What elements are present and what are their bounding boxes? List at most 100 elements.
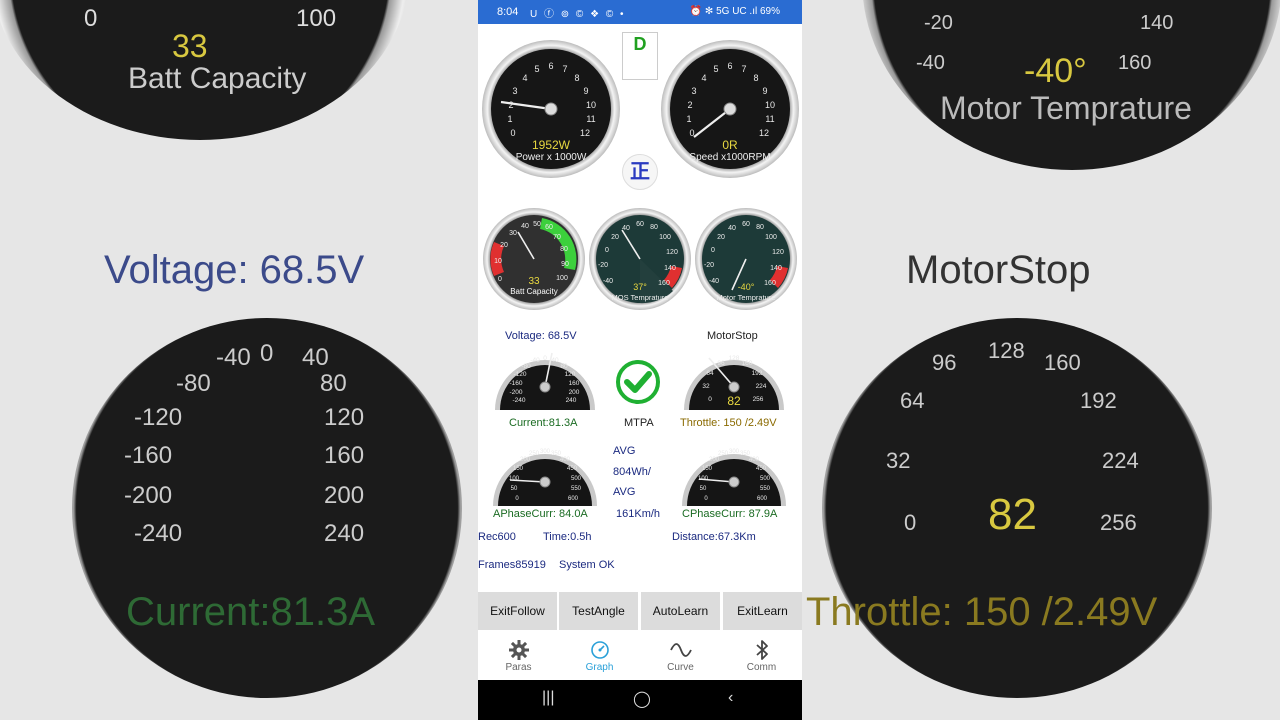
nav-graph-label: Graph bbox=[585, 662, 614, 673]
svg-text:500: 500 bbox=[571, 476, 582, 482]
nav-graph[interactable]: Graph bbox=[559, 632, 640, 680]
svg-text:7: 7 bbox=[562, 64, 567, 74]
svg-text:3: 3 bbox=[512, 86, 517, 96]
svg-text:30: 30 bbox=[509, 230, 517, 237]
system-navigation-bar: ||| ◯ ‹ bbox=[478, 680, 802, 720]
back-icon[interactable]: ‹ bbox=[728, 689, 733, 707]
nav-comm[interactable]: Comm bbox=[721, 632, 802, 680]
svg-text:80: 80 bbox=[560, 363, 568, 370]
svg-text:60: 60 bbox=[545, 224, 553, 231]
svg-text:7: 7 bbox=[741, 64, 746, 74]
svg-text:-20: -20 bbox=[704, 262, 714, 269]
svg-text:140: 140 bbox=[664, 265, 676, 272]
svg-text:2: 2 bbox=[508, 100, 513, 110]
svg-text:10: 10 bbox=[586, 100, 596, 110]
svg-text:150: 150 bbox=[513, 466, 524, 472]
svg-text:192: 192 bbox=[752, 370, 763, 377]
svg-text:20: 20 bbox=[611, 234, 619, 241]
time-readout: Time:0.5h bbox=[543, 531, 592, 543]
svg-text:0: 0 bbox=[498, 276, 502, 283]
svg-text:550: 550 bbox=[760, 486, 771, 492]
svg-text:150: 150 bbox=[702, 466, 713, 472]
voltage-readout: Voltage: 68.5V bbox=[505, 330, 577, 342]
svg-text:240: 240 bbox=[566, 397, 577, 404]
auto-learn-button[interactable]: AutoLearn bbox=[641, 592, 720, 630]
throttle-gauge: 0 32 64 96 128 160 192 224 256 82 bbox=[683, 350, 785, 410]
recents-icon[interactable]: ||| bbox=[542, 689, 554, 707]
svg-text:80: 80 bbox=[650, 224, 658, 231]
svg-text:50: 50 bbox=[511, 486, 518, 492]
speed-label: Speed x1000RPM bbox=[689, 152, 770, 163]
system-status: System OK bbox=[559, 559, 615, 571]
svg-text:60: 60 bbox=[742, 221, 750, 228]
svg-text:96: 96 bbox=[717, 360, 725, 367]
background-motor-state: MotorStop bbox=[906, 248, 1091, 292]
nav-curve[interactable]: Curve bbox=[640, 632, 721, 680]
svg-text:450: 450 bbox=[756, 466, 767, 472]
nav-paras-label: Paras bbox=[505, 662, 532, 673]
svg-text:160: 160 bbox=[764, 280, 776, 287]
power-value: 1952W bbox=[532, 138, 571, 152]
svg-text:250: 250 bbox=[529, 451, 540, 457]
svg-text:8: 8 bbox=[574, 73, 579, 83]
background-current-scale: -40 0 40 -80 80 -120 120 -160 160 -200 2… bbox=[124, 340, 365, 547]
test-angle-button[interactable]: TestAngle bbox=[559, 592, 638, 630]
svg-text:80: 80 bbox=[756, 224, 764, 231]
throttle-value: 82 bbox=[727, 394, 741, 408]
cphase-readout: CPhaseCurr: 87.9A bbox=[682, 508, 778, 520]
svg-text:-40: -40 bbox=[603, 278, 613, 285]
svg-text:40: 40 bbox=[728, 225, 736, 232]
svg-text:200: 200 bbox=[709, 457, 720, 463]
svg-text:550: 550 bbox=[571, 486, 582, 492]
background-throttle-value: 82 bbox=[988, 490, 1037, 539]
svg-text:8: 8 bbox=[753, 73, 758, 83]
speed-kmh-readout: 161Km/h bbox=[616, 508, 661, 520]
svg-text:2: 2 bbox=[687, 100, 692, 110]
distance-readout: Distance:67.3Km bbox=[672, 531, 756, 543]
home-icon[interactable]: ◯ bbox=[633, 689, 651, 709]
svg-text:120: 120 bbox=[772, 249, 784, 256]
svg-text:9: 9 bbox=[583, 86, 588, 96]
nav-curve-label: Curve bbox=[667, 662, 694, 673]
svg-text:0: 0 bbox=[510, 128, 515, 138]
svg-text:64: 64 bbox=[706, 370, 714, 377]
svg-text:5: 5 bbox=[713, 64, 718, 74]
bottom-nav: Paras Graph Curve Comm bbox=[478, 632, 802, 680]
throttle-readout: Throttle: 150 /2.49V bbox=[680, 417, 777, 429]
svg-text:600: 600 bbox=[757, 496, 768, 502]
svg-text:6: 6 bbox=[548, 61, 553, 71]
svg-text:0: 0 bbox=[711, 247, 715, 254]
exit-follow-button[interactable]: ExitFollow bbox=[478, 592, 557, 630]
svg-text:1: 1 bbox=[686, 114, 691, 124]
gauge-icon bbox=[590, 641, 609, 659]
nav-paras[interactable]: Paras bbox=[478, 632, 559, 680]
background-motor-temp-label: Motor Temprature bbox=[940, 90, 1192, 126]
svg-text:450: 450 bbox=[567, 466, 578, 472]
svg-text:120: 120 bbox=[565, 371, 576, 378]
status-system-icons: ⏰ ✻ 5G UC .ıl 69% bbox=[689, 6, 780, 17]
svg-text:200: 200 bbox=[569, 389, 580, 396]
power-label: Power x 1000W bbox=[516, 152, 587, 163]
svg-text:100: 100 bbox=[765, 234, 777, 241]
svg-text:160: 160 bbox=[569, 380, 580, 387]
svg-text:-200: -200 bbox=[509, 389, 522, 396]
svg-text:-80: -80 bbox=[521, 363, 531, 370]
speed-gauge: 0 1 2 3 4 5 6 7 8 9 10 11 12 0R Speed x1… bbox=[660, 36, 800, 182]
motor-temp-gauge: -40 -20 0 20 40 60 80 100 120 140 160 -4… bbox=[694, 206, 798, 312]
svg-text:0: 0 bbox=[543, 355, 547, 362]
avg-label-2: AVG bbox=[613, 486, 636, 498]
background-hundred-label: 100 bbox=[296, 5, 337, 32]
svg-text:250: 250 bbox=[718, 451, 729, 457]
background-throttle: Throttle: 150 /2.49V bbox=[806, 590, 1158, 634]
mtpa-check-icon bbox=[614, 358, 662, 406]
svg-text:70: 70 bbox=[553, 234, 561, 241]
svg-text:140: 140 bbox=[770, 265, 782, 272]
exit-learn-button[interactable]: ExitLearn bbox=[723, 592, 802, 630]
svg-text:40: 40 bbox=[521, 223, 529, 230]
svg-text:160: 160 bbox=[658, 280, 670, 287]
battery-gauge: 0 10 20 30 40 50 60 70 80 90 100 33 Batt… bbox=[482, 206, 586, 312]
svg-text:400: 400 bbox=[560, 457, 571, 463]
background-current: Current:81.3A bbox=[126, 590, 376, 634]
svg-text:-40: -40 bbox=[530, 357, 540, 364]
battery-value: 33 bbox=[528, 276, 540, 287]
